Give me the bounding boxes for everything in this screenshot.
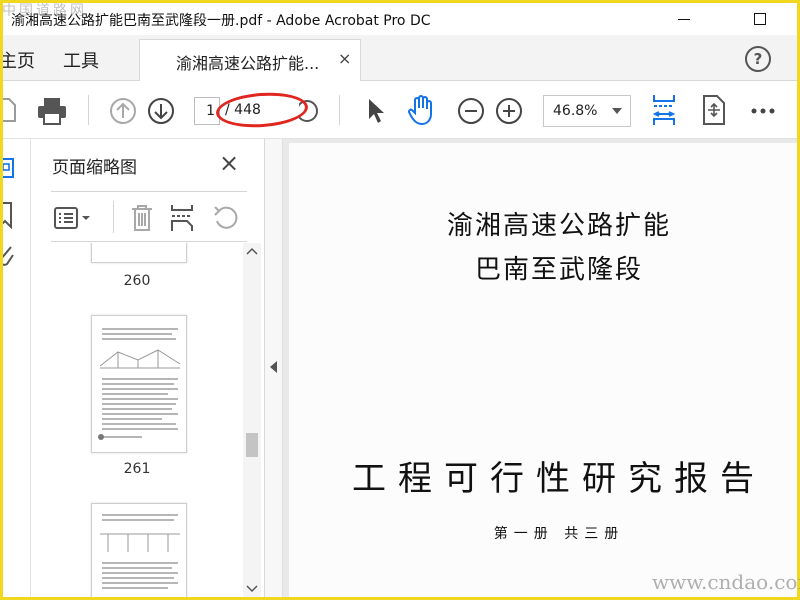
divider — [51, 191, 247, 192]
scrollbar-thumb[interactable] — [246, 433, 258, 457]
watermark-bottom-right: www.cndao.com — [652, 570, 800, 594]
tab-document[interactable]: 渝湘高速公路扩能... × — [139, 39, 361, 81]
thumbnail-page[interactable] — [91, 243, 187, 263]
extract-page-icon[interactable] — [169, 203, 195, 233]
divider — [51, 241, 247, 242]
toolbar-separator — [88, 95, 89, 125]
toolbar-separator — [339, 95, 340, 125]
document-view[interactable]: 渝湘高速公路扩能 巴南至武隆段 工程可行性研究报告 第一册 共三册 — [283, 139, 797, 597]
minimize-button[interactable] — [661, 3, 707, 35]
bookmark-icon[interactable] — [3, 201, 17, 230]
toolbar: 1 / 448 46.8% — [3, 81, 797, 139]
title-bar: 渝湘高速公路扩能巴南至武隆段一册.pdf - Adobe Acrobat Pro… — [3, 3, 797, 35]
options-menu-icon[interactable] — [53, 205, 93, 231]
attachment-icon[interactable] — [3, 243, 17, 269]
thumbnail-page[interactable] — [91, 503, 187, 597]
more-icon[interactable] — [749, 101, 777, 121]
document-line-1: 渝湘高速公路扩能 — [446, 211, 671, 241]
tab-close-icon[interactable]: × — [338, 49, 351, 68]
tab-document-label: 渝湘高速公路扩能... — [176, 54, 320, 73]
tab-bar: 主页 工具 渝湘高速公路扩能... × ? — [3, 35, 797, 81]
select-cursor-icon[interactable] — [365, 97, 387, 125]
thumbnail-page-number: 260 — [123, 273, 151, 289]
close-icon[interactable]: × — [219, 149, 239, 177]
print-icon[interactable] — [36, 96, 68, 126]
panel-title: 页面缩略图 — [52, 158, 137, 178]
tab-home[interactable]: 主页 — [3, 47, 35, 73]
collapse-arrow-icon[interactable] — [270, 361, 277, 373]
rotate-icon[interactable] — [211, 203, 239, 231]
chevron-down-icon — [612, 108, 622, 114]
panel-collapse-strip[interactable] — [265, 139, 283, 597]
acrobat-window: 渝湘高速公路扩能巴南至武隆段一册.pdf - Adobe Acrobat Pro… — [3, 3, 797, 597]
chevron-up-icon[interactable] — [246, 245, 258, 259]
thumbnail-page[interactable] — [91, 315, 187, 453]
document-page: 渝湘高速公路扩能 巴南至武隆段 工程可行性研究报告 第一册 共三册 — [289, 143, 797, 597]
watermark-top-left: 中国道路网 — [2, 3, 87, 19]
trash-icon[interactable] — [129, 203, 155, 233]
page-thumbnails-icon[interactable] — [3, 157, 17, 181]
document-line-2: 巴南至武隆段 — [474, 255, 643, 285]
tab-tools[interactable]: 工具 — [63, 47, 99, 73]
open-file-icon[interactable] — [3, 97, 19, 123]
page-thumbnails-panel: 页面缩略图 × 260 261 — [31, 139, 265, 597]
thumbnail-scrollbar[interactable] — [243, 243, 261, 597]
thumbnail-page-number: 261 — [123, 461, 151, 477]
hand-tool-icon[interactable] — [407, 94, 437, 126]
zoom-select[interactable]: 46.8% — [543, 95, 631, 127]
navigation-rail — [3, 139, 31, 597]
red-highlight-ellipse — [214, 89, 310, 131]
zoom-in-icon[interactable] — [495, 97, 523, 125]
zoom-value: 46.8% — [553, 103, 598, 119]
zoom-out-icon[interactable] — [457, 97, 485, 125]
thumbnail-list: 260 261 — [31, 243, 243, 597]
help-icon[interactable]: ? — [745, 46, 771, 72]
prev-page-icon[interactable] — [109, 97, 137, 125]
chevron-down-icon[interactable] — [246, 583, 258, 597]
document-main-title: 工程可行性研究报告 — [352, 459, 766, 499]
rotate-view-icon[interactable] — [701, 94, 727, 126]
maximize-button[interactable] — [737, 3, 783, 35]
fit-width-icon[interactable] — [651, 93, 677, 127]
divider — [113, 201, 114, 233]
next-page-icon[interactable] — [147, 97, 175, 125]
document-volume: 第一册 共三册 — [493, 526, 625, 542]
